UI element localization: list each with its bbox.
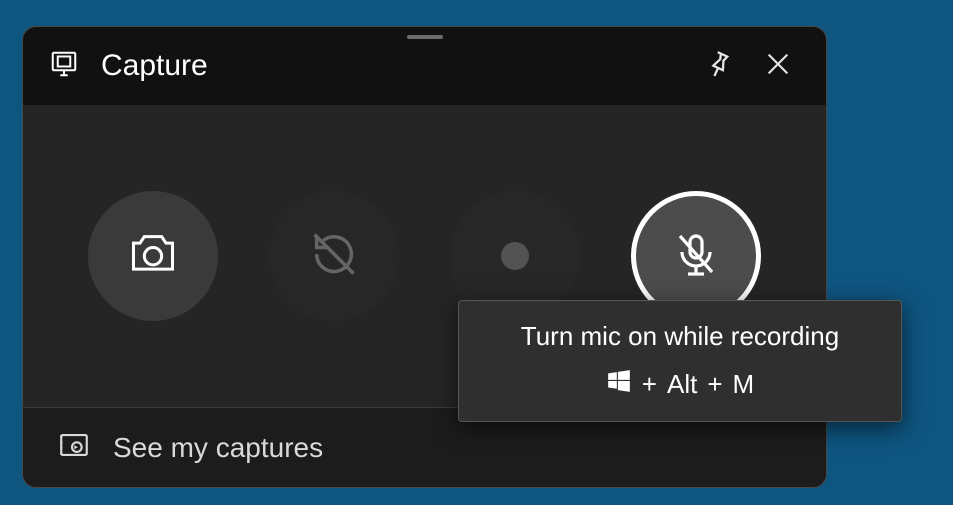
tooltip-shortcut: + Alt + M bbox=[487, 368, 873, 401]
see-captures-label: See my captures bbox=[113, 432, 323, 464]
record-dot-icon bbox=[501, 242, 529, 270]
close-icon bbox=[764, 50, 792, 83]
mic-muted-icon bbox=[672, 230, 720, 283]
shortcut-key-alt: Alt bbox=[667, 369, 697, 400]
shortcut-plus-1: + bbox=[642, 369, 657, 400]
tooltip-title: Turn mic on while recording bbox=[487, 321, 873, 352]
refresh-disabled-icon bbox=[308, 228, 360, 285]
mic-tooltip: Turn mic on while recording + Alt + M bbox=[458, 300, 902, 422]
shortcut-plus-2: + bbox=[707, 369, 722, 400]
capture-widget-icon bbox=[49, 49, 79, 84]
screenshot-button[interactable] bbox=[88, 191, 218, 321]
titlebar[interactable]: Capture bbox=[23, 27, 826, 105]
pin-icon bbox=[703, 49, 733, 84]
windows-logo-icon bbox=[606, 368, 632, 401]
shortcut-key-m: M bbox=[733, 369, 755, 400]
last-recording-button[interactable] bbox=[269, 191, 399, 321]
drag-grip[interactable] bbox=[407, 35, 443, 39]
gallery-icon bbox=[57, 428, 91, 467]
pin-button[interactable] bbox=[696, 44, 740, 88]
camera-icon bbox=[127, 228, 179, 285]
close-button[interactable] bbox=[756, 44, 800, 88]
title-text: Capture bbox=[101, 49, 680, 83]
